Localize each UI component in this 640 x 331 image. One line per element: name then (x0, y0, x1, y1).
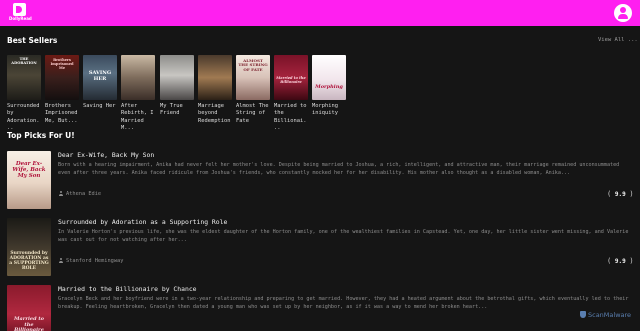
view-all-link[interactable]: View All ... (598, 37, 638, 43)
cover-title: Morphing (315, 84, 343, 90)
best-seller-item[interactable]: My True Friend (160, 55, 194, 118)
book-cover (198, 55, 232, 100)
dollyread-logo[interactable]: DollyRead (9, 3, 32, 23)
cover-title: SAVING HER (88, 70, 112, 82)
cover-title: THE ADORATION (11, 57, 37, 65)
top-bar: DollyRead (0, 0, 640, 26)
best-seller-item[interactable]: SAVING HER Saving Her (83, 55, 117, 110)
book-title: Married to the Billionaire by Chance (58, 285, 197, 293)
book-cover: Married to the Billionaire (7, 285, 51, 331)
book-cover: Morphing (312, 55, 346, 100)
book-description: Born with a hearing impairment, Anika ha… (58, 162, 620, 176)
best-seller-item[interactable]: Marriage beyond Redemption (198, 55, 232, 125)
book-title: Surrounded by Adoration... (7, 103, 40, 132)
book-cover: Surrounded by ADORATION as a SUPPORTING … (7, 218, 51, 276)
book-cover (121, 55, 155, 100)
laurel-right-icon: ) (629, 190, 634, 198)
logo-icon (13, 3, 26, 16)
book-cover: Dear Ex-Wife, Back My Son (7, 151, 51, 209)
author-icon (58, 258, 63, 263)
book-title: Almost The String of Fate (236, 103, 269, 124)
logo-text: DollyRead (9, 16, 32, 21)
author-icon (58, 191, 63, 196)
shield-icon (580, 311, 586, 318)
book-title: Marriage beyond Redemption (198, 103, 231, 124)
book-description: Gracelyn Beck and her boyfriend were in … (58, 296, 629, 310)
rating-value: 9.9 (614, 258, 626, 265)
book-cover (160, 55, 194, 100)
top-pick-item[interactable]: Married to the Billionaire Married to th… (7, 285, 634, 331)
best-seller-item[interactable]: After Rebirth, I Married M... (121, 55, 155, 132)
laurel-left-icon: ( (607, 190, 612, 198)
book-title: Saving Her (83, 103, 116, 109)
cover-title: ALMOST THE STRING OF FATE (238, 58, 268, 72)
book-cover: Brothers Imprisoned Me (45, 55, 79, 100)
watermark-text: ScanMalware (588, 311, 632, 319)
user-avatar-icon[interactable] (614, 4, 632, 22)
best-seller-item[interactable]: Brothers Imprisoned Me Brothers Imprison… (45, 55, 79, 125)
top-picks-heading: Top Picks For U! (7, 131, 75, 140)
best-seller-item[interactable]: Morphing Morphing iniquity (312, 55, 346, 118)
cover-title: Married to the Billionaire (276, 76, 306, 84)
scanmalware-watermark: ScanMalware (580, 311, 631, 319)
book-title: Morphing iniquity (312, 103, 338, 117)
rating-badge: ( 9.9 ) (607, 190, 634, 198)
book-title: Surrounded by Adoration as a Supporting … (58, 218, 228, 226)
top-pick-item[interactable]: Dear Ex-Wife, Back My Son Dear Ex-Wife, … (7, 151, 634, 211)
book-description: In Valerie Horton's previous life, she w… (58, 229, 629, 243)
cover-title: Married to the Billionaire (13, 316, 44, 331)
cover-title: Dear Ex-Wife, Back My Son (12, 161, 46, 180)
best-seller-item[interactable]: ALMOST THE STRING OF FATE Almost The Str… (236, 55, 270, 125)
book-author: Stanford Hemingway (58, 258, 123, 264)
best-seller-item[interactable]: THE ADORATION Surrounded by Adoration... (7, 55, 41, 132)
author-name: Stanford Hemingway (66, 258, 124, 264)
book-cover: SAVING HER (83, 55, 117, 100)
book-title: Brothers Imprisoned Me, But... (45, 103, 78, 124)
best-sellers-heading: Best Sellers (7, 36, 58, 45)
cover-title: Surrounded by ADORATION as a SUPPORTING … (9, 251, 49, 271)
author-name: Athena Edie (66, 191, 102, 197)
book-title: My True Friend (160, 103, 183, 117)
top-pick-item[interactable]: Surrounded by ADORATION as a SUPPORTING … (7, 218, 634, 278)
book-author: Athena Edie (58, 191, 101, 197)
book-cover: Married to the Billionaire (274, 55, 308, 100)
book-title: Dear Ex-Wife, Back My Son (58, 151, 155, 159)
book-title: Married to the Billionai... (274, 103, 307, 132)
rating-value: 9.9 (614, 191, 626, 198)
book-cover: ALMOST THE STRING OF FATE (236, 55, 270, 100)
rating-badge: ( 9.9 ) (607, 257, 634, 265)
book-cover: THE ADORATION (7, 55, 41, 100)
book-title: After Rebirth, I Married M... (121, 103, 154, 132)
best-seller-item[interactable]: Married to the Billionaire Married to th… (274, 55, 308, 132)
cover-title: Brothers Imprisoned Me (50, 58, 74, 70)
laurel-left-icon: ( (607, 257, 612, 265)
laurel-right-icon: ) (629, 257, 634, 265)
